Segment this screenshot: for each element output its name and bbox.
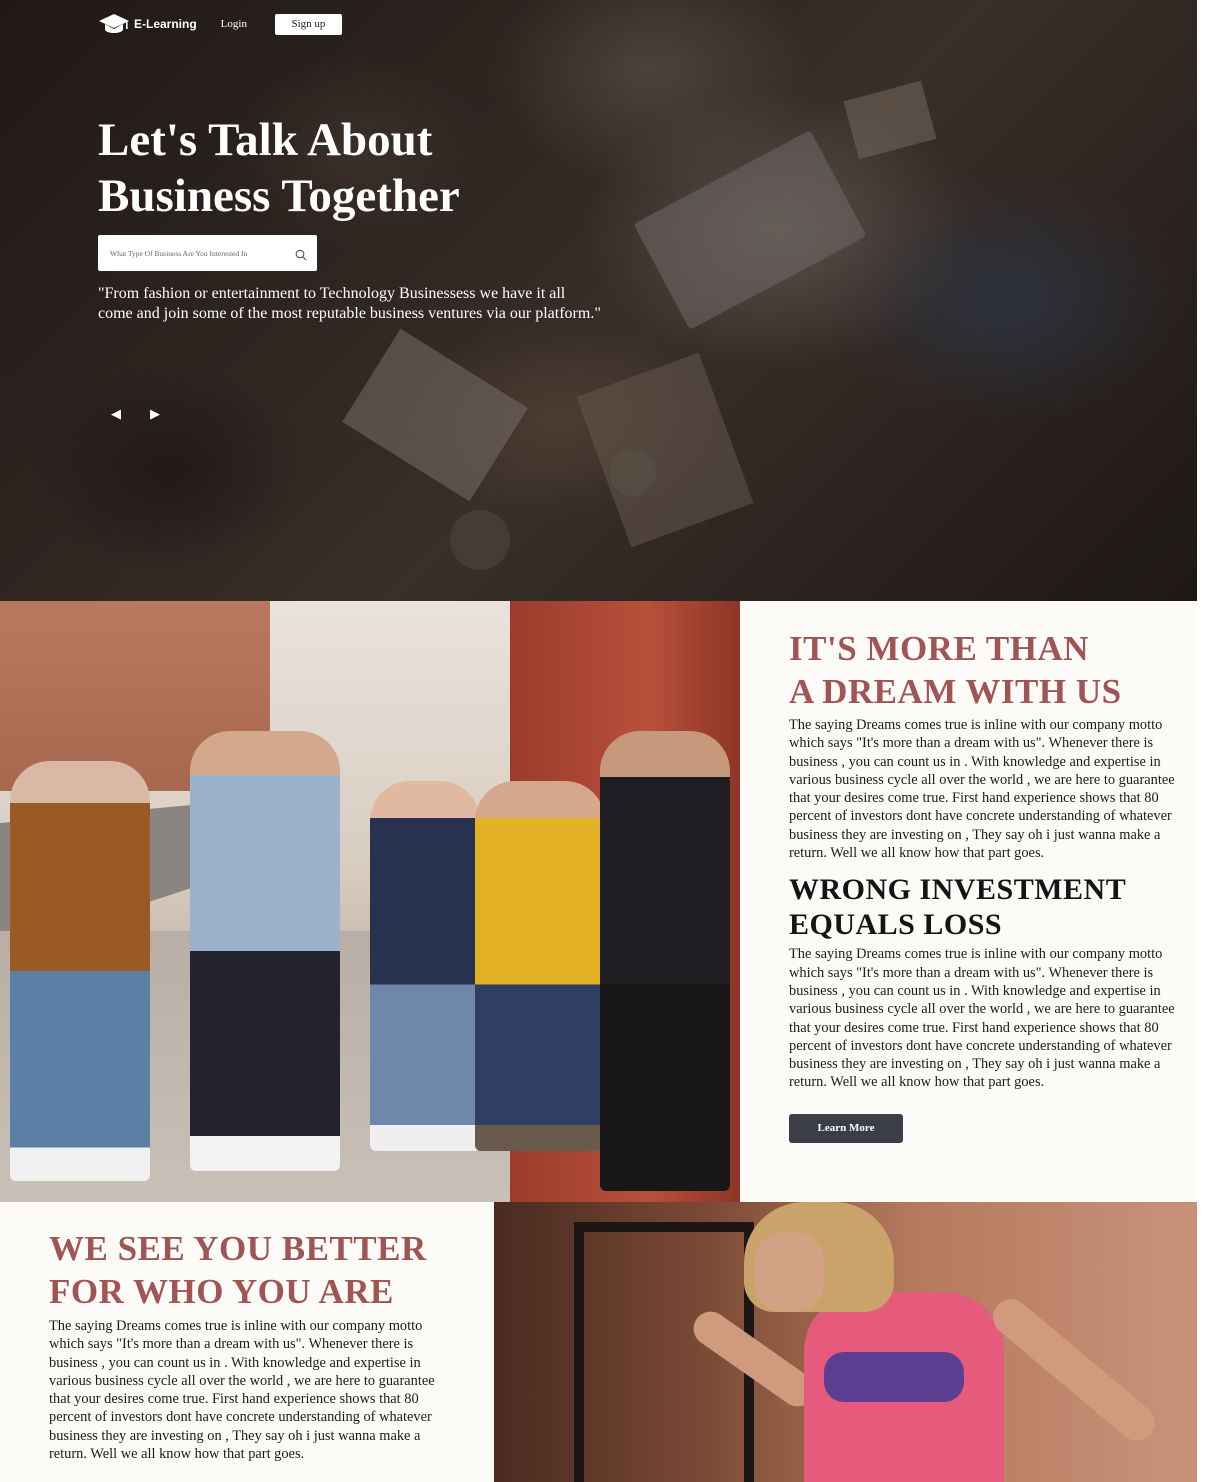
search-icon[interactable] xyxy=(295,249,307,261)
image-person xyxy=(475,781,605,1151)
hero-title-line-1: Let's Talk About xyxy=(98,114,433,166)
hero-banner: E-Learning Login Sign up Let's Talk Abou… xyxy=(0,0,1197,601)
hero-quote: "From fashion or entertainment to Techno… xyxy=(98,284,698,324)
dream-body-text: The saying Dreams comes true is inline w… xyxy=(789,717,1175,862)
athlete-workout-image xyxy=(494,1202,1197,1482)
image-athlete-sports-bra xyxy=(824,1352,964,1402)
investment-heading-line-2: EQUALS LOSS xyxy=(789,908,1003,942)
better-heading-line-2: FOR WHO YOU ARE xyxy=(49,1272,394,1311)
learn-more-button[interactable]: Learn More xyxy=(789,1113,903,1143)
dream-heading-line-2: A DREAM WITH US xyxy=(789,672,1122,711)
better-heading-line-1: WE SEE YOU BETTER xyxy=(49,1229,427,1268)
logo-text: E-Learning xyxy=(134,17,197,31)
image-person xyxy=(600,731,730,1191)
dream-section: IT'S MORE THAN A DREAM WITH US The sayin… xyxy=(740,601,1197,1202)
image-athlete-face xyxy=(754,1232,824,1312)
image-person xyxy=(190,731,340,1171)
better-body-text: The saying Dreams comes true is inline w… xyxy=(49,1318,435,1463)
hero-quote-line-2: come and join some of the most reputable… xyxy=(98,305,601,322)
site-logo[interactable]: E-Learning xyxy=(98,12,197,36)
dream-heading: IT'S MORE THAN A DREAM WITH US xyxy=(789,627,1185,713)
better-section: WE SEE YOU BETTER FOR WHO YOU ARE The sa… xyxy=(0,1202,494,1482)
dream-heading-line-1: IT'S MORE THAN xyxy=(789,629,1090,668)
investment-heading-line-1: WRONG INVESTMENT xyxy=(789,873,1127,907)
hero-quote-line-1: "From fashion or entertainment to Techno… xyxy=(98,285,566,302)
investment-heading: WRONG INVESTMENT EQUALS LOSS xyxy=(789,872,1185,942)
signup-button[interactable]: Sign up xyxy=(274,13,342,35)
login-link[interactable]: Login xyxy=(221,18,247,30)
better-heading: WE SEE YOU BETTER FOR WHO YOU ARE xyxy=(49,1227,454,1313)
graduation-cap-icon xyxy=(99,14,129,33)
hero-title: Let's Talk About Business Together xyxy=(98,112,618,224)
investment-body-text: The saying Dreams comes true is inline w… xyxy=(789,946,1175,1091)
carousel-prev-icon[interactable]: ◀ xyxy=(108,406,124,422)
carousel-next-icon[interactable]: ▶ xyxy=(147,406,163,422)
business-search-input[interactable] xyxy=(110,248,295,258)
top-navigation: E-Learning Login Sign up xyxy=(98,12,342,36)
business-search xyxy=(98,235,317,271)
image-athlete-arm xyxy=(985,1291,1163,1449)
friends-walking-image xyxy=(0,601,740,1202)
hero-title-line-2: Business Together xyxy=(98,170,460,222)
image-person xyxy=(10,761,150,1181)
image-person xyxy=(370,781,480,1151)
